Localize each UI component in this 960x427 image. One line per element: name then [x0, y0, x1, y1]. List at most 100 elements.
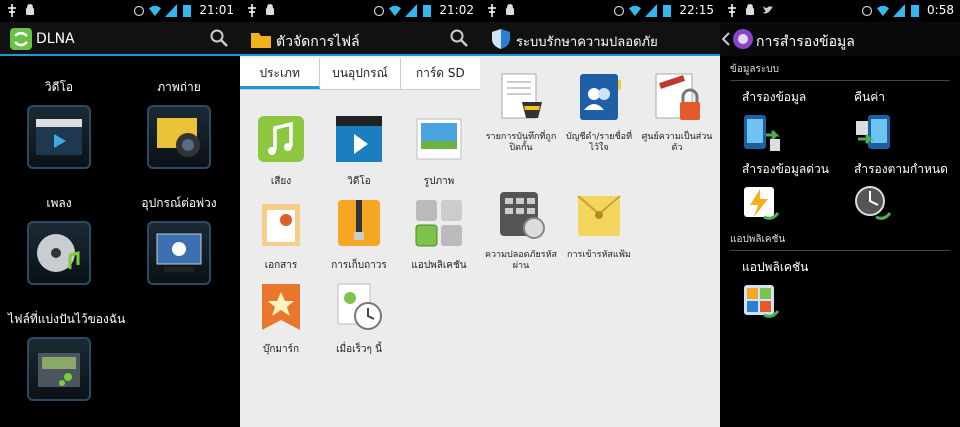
- wifi-icon: [389, 5, 402, 16]
- quick-backup-label: สำรองข้อมูลด่วน: [742, 162, 829, 176]
- alarm-icon: [614, 5, 625, 16]
- dlna-devices-label: อุปกรณ์ต่อพ่วง: [141, 196, 217, 210]
- clock: 0:58: [927, 3, 954, 17]
- security-blacklist[interactable]: บัญชีดำ/รายชื่อที่ไว้ใจ: [560, 72, 638, 154]
- backup-applications-label: แอปพลิเคชัน: [742, 260, 809, 274]
- usb-icon: [248, 4, 256, 17]
- action-bar: DLNA: [0, 22, 240, 56]
- category-recent[interactable]: เมื่อเร็วๆ นี้: [320, 282, 398, 357]
- action-bar: ระบบรักษาความปลอดภัย: [480, 22, 720, 56]
- wifi-icon: [629, 5, 642, 16]
- alarm-icon: [861, 5, 873, 16]
- usb-icon: [8, 4, 16, 17]
- security-blocked-log-label: รายการบันทึกที่ถูกปิดกั้น: [485, 132, 557, 153]
- security-blocked-log[interactable]: รายการบันทึกที่ถูกปิดกั้น: [482, 72, 560, 154]
- security-password-label: ความปลอดภัยรหัสผ่าน: [484, 250, 557, 271]
- video-tile: [27, 105, 91, 169]
- twitter-icon: [763, 6, 773, 14]
- usb-icon: [488, 4, 496, 17]
- page-title: ระบบรักษาความปลอดภัย: [516, 35, 658, 50]
- action-bar: ตัวจัดการไฟล์: [240, 22, 480, 56]
- quick-backup[interactable]: สำรองข้อมูลด่วน: [742, 160, 852, 229]
- category-audio[interactable]: เสียง: [242, 114, 320, 189]
- scheduled-backup[interactable]: สำรองตามกำหนด: [854, 160, 960, 229]
- devices-tile: [147, 221, 211, 285]
- dlna-video[interactable]: วิดีโอ: [4, 78, 114, 169]
- bookmark-star-icon: [262, 284, 300, 330]
- privacy-lock-icon: [655, 73, 700, 120]
- dlna-app-icon: [10, 28, 32, 50]
- security-privacy-center-label: ศูนย์ความเป็นส่วนตัว: [641, 132, 713, 153]
- picture-icon: [416, 118, 462, 160]
- encrypted-envelope-icon: [577, 195, 621, 236]
- category-apps-label: แอปพลิเคชัน: [411, 260, 467, 271]
- category-archives[interactable]: การเก็บถาวร: [320, 198, 398, 273]
- clock: 21:01: [199, 3, 234, 17]
- disc-icon: [37, 234, 80, 272]
- photos-tile: [147, 105, 211, 169]
- dlna-shared-label: ไฟล์ที่แบ่งปันไว้ของฉัน: [8, 312, 126, 326]
- security-blacklist-label: บัญชีดำ/รายชื่อที่ไว้ใจ: [565, 132, 633, 153]
- category-audio-label: เสียง: [270, 176, 292, 187]
- dlna-music-label: เพลง: [46, 196, 72, 210]
- status-bar: 21:02: [240, 0, 480, 22]
- usb-icon: [728, 4, 736, 17]
- tab-category[interactable]: ประเภท: [240, 58, 321, 89]
- phone-restore-icon: [856, 115, 890, 149]
- contacts-book-icon: [580, 74, 621, 120]
- section-system-data: ข้อมูลระบบ: [730, 62, 950, 81]
- battery-icon: [423, 4, 432, 17]
- category-apps[interactable]: แอปพลิเคชัน: [400, 198, 478, 273]
- android-icon: [506, 4, 514, 15]
- backup-data[interactable]: สำรองข้อมูล: [742, 88, 852, 157]
- category-documents[interactable]: เอกสาร: [242, 198, 320, 273]
- back-chevron-icon[interactable]: [722, 32, 730, 46]
- dlna-photos[interactable]: ภาพถ่าย: [124, 78, 234, 169]
- apps-grid-icon: [415, 200, 462, 247]
- security-file-encryption[interactable]: การเข้ารหัสแฟ้ม: [560, 190, 638, 261]
- search-icon[interactable]: [210, 29, 228, 47]
- category-recent-label: เมื่อเร็วๆ นี้: [336, 344, 382, 355]
- battery-icon: [663, 4, 672, 17]
- dlna-music[interactable]: เพลง: [4, 194, 114, 285]
- backup-applications[interactable]: แอปพลิเคชัน: [742, 258, 852, 327]
- restore[interactable]: คืนค่า: [854, 88, 960, 157]
- security-password[interactable]: ความปลอดภัยรหัสผ่าน: [482, 190, 560, 272]
- category-video[interactable]: วิดีโอ: [320, 114, 398, 189]
- battery-icon: [911, 4, 920, 17]
- battery-icon: [183, 4, 192, 17]
- clock-backup-icon: [855, 186, 892, 220]
- scheduled-backup-label: สำรองตามกำหนด: [854, 162, 948, 176]
- signal-icon: [405, 3, 418, 17]
- android-icon: [266, 4, 274, 15]
- backup-data-label: สำรองข้อมูล: [742, 90, 807, 104]
- shield-icon: [492, 29, 510, 49]
- music-tile: [27, 221, 91, 285]
- tv-icon: [156, 233, 202, 272]
- status-bar: 21:01: [0, 0, 240, 22]
- tab-sd-card[interactable]: การ์ด SD: [401, 58, 480, 89]
- status-bar: 22:15: [480, 0, 720, 22]
- dlna-shared-files[interactable]: ไฟล์ที่แบ่งปันไว้ของฉัน: [4, 310, 234, 401]
- category-documents-label: เอกสาร: [264, 260, 298, 271]
- document-icon: [262, 204, 300, 246]
- security-privacy-center[interactable]: ศูนย์ความเป็นส่วนตัว: [638, 72, 716, 154]
- dlna-devices[interactable]: อุปกรณ์ต่อพ่วง: [124, 194, 234, 285]
- shared-tile: [27, 337, 91, 401]
- clock: 21:02: [439, 3, 474, 17]
- signal-icon: [645, 3, 658, 17]
- dlna-screen: 21:01 DLNA วิดีโอ ภาพถ่าย เพลง อุปกรณ์ต่…: [0, 0, 240, 427]
- category-archives-label: การเก็บถาวร: [331, 260, 387, 271]
- security-screen: 22:15 ระบบรักษาความปลอดภัย รายการบันทึกท…: [480, 0, 720, 427]
- tab-on-device[interactable]: บนอุปกรณ์: [320, 58, 401, 89]
- signal-icon: [165, 3, 178, 17]
- dlna-photos-label: ภาพถ่าย: [157, 80, 201, 94]
- category-images[interactable]: รูปภาพ: [400, 114, 478, 189]
- backup-app-icon: [733, 29, 753, 49]
- search-icon[interactable]: [450, 29, 468, 47]
- recent-clock-icon: [337, 283, 382, 330]
- android-icon: [26, 4, 34, 15]
- shared-folder-icon: [38, 353, 80, 387]
- category-bookmarks[interactable]: บุ๊กมาร์ก: [242, 282, 320, 357]
- category-images-label: รูปภาพ: [423, 176, 455, 187]
